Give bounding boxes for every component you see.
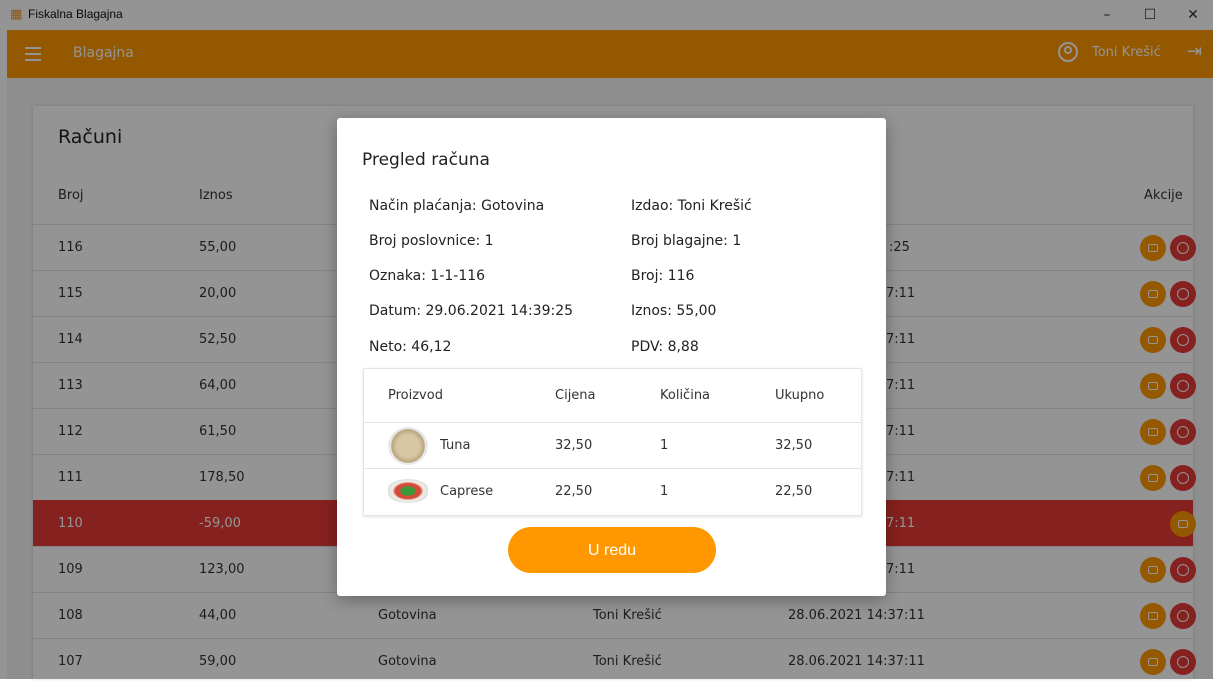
items-table: Proizvod Cijena Količina Ukupno Tuna 32,… [363, 368, 862, 516]
item-total: 22,50 [775, 484, 813, 499]
receipt-date: Datum: 29.06.2021 14:39:25 [369, 303, 574, 319]
item-quantity: 1 [660, 438, 669, 453]
receipt-amount: Iznos: 55,00 [631, 303, 717, 319]
item-total: 32,50 [775, 438, 813, 453]
register-number: Broj blagajne: 1 [631, 233, 742, 249]
caprese-salad-image [388, 479, 428, 503]
tuna-salad-image [388, 427, 428, 465]
item-price: 32,50 [555, 438, 593, 453]
item-price: 22,50 [555, 484, 593, 499]
receipt-label: Oznaka: 1-1-116 [369, 268, 486, 284]
ok-button[interactable]: U redu [508, 527, 716, 573]
item-row: Caprese 22,50 1 22,50 [364, 468, 861, 515]
item-name: Caprese [440, 484, 494, 499]
items-header-quantity: Količina [660, 388, 711, 403]
net-amount: Neto: 46,12 [369, 339, 452, 355]
payment-method: Način plaćanja: Gotovina [369, 198, 545, 214]
item-row: Tuna 32,50 1 32,50 [364, 422, 861, 469]
item-name: Tuna [440, 438, 471, 453]
vat-amount: PDV: 8,88 [631, 339, 699, 355]
items-header-price: Cijena [555, 388, 596, 403]
receipt-number: Broj: 116 [631, 268, 695, 284]
items-header-total: Ukupno [775, 388, 825, 403]
items-header-product: Proizvod [388, 388, 443, 403]
dialog-title: Pregled računa [362, 150, 490, 170]
issued-by: Izdao: Toni Krešić [631, 198, 752, 214]
branch-number: Broj poslovnice: 1 [369, 233, 494, 249]
item-quantity: 1 [660, 484, 669, 499]
receipt-dialog: Pregled računa Način plaćanja: Gotovina … [337, 118, 886, 596]
